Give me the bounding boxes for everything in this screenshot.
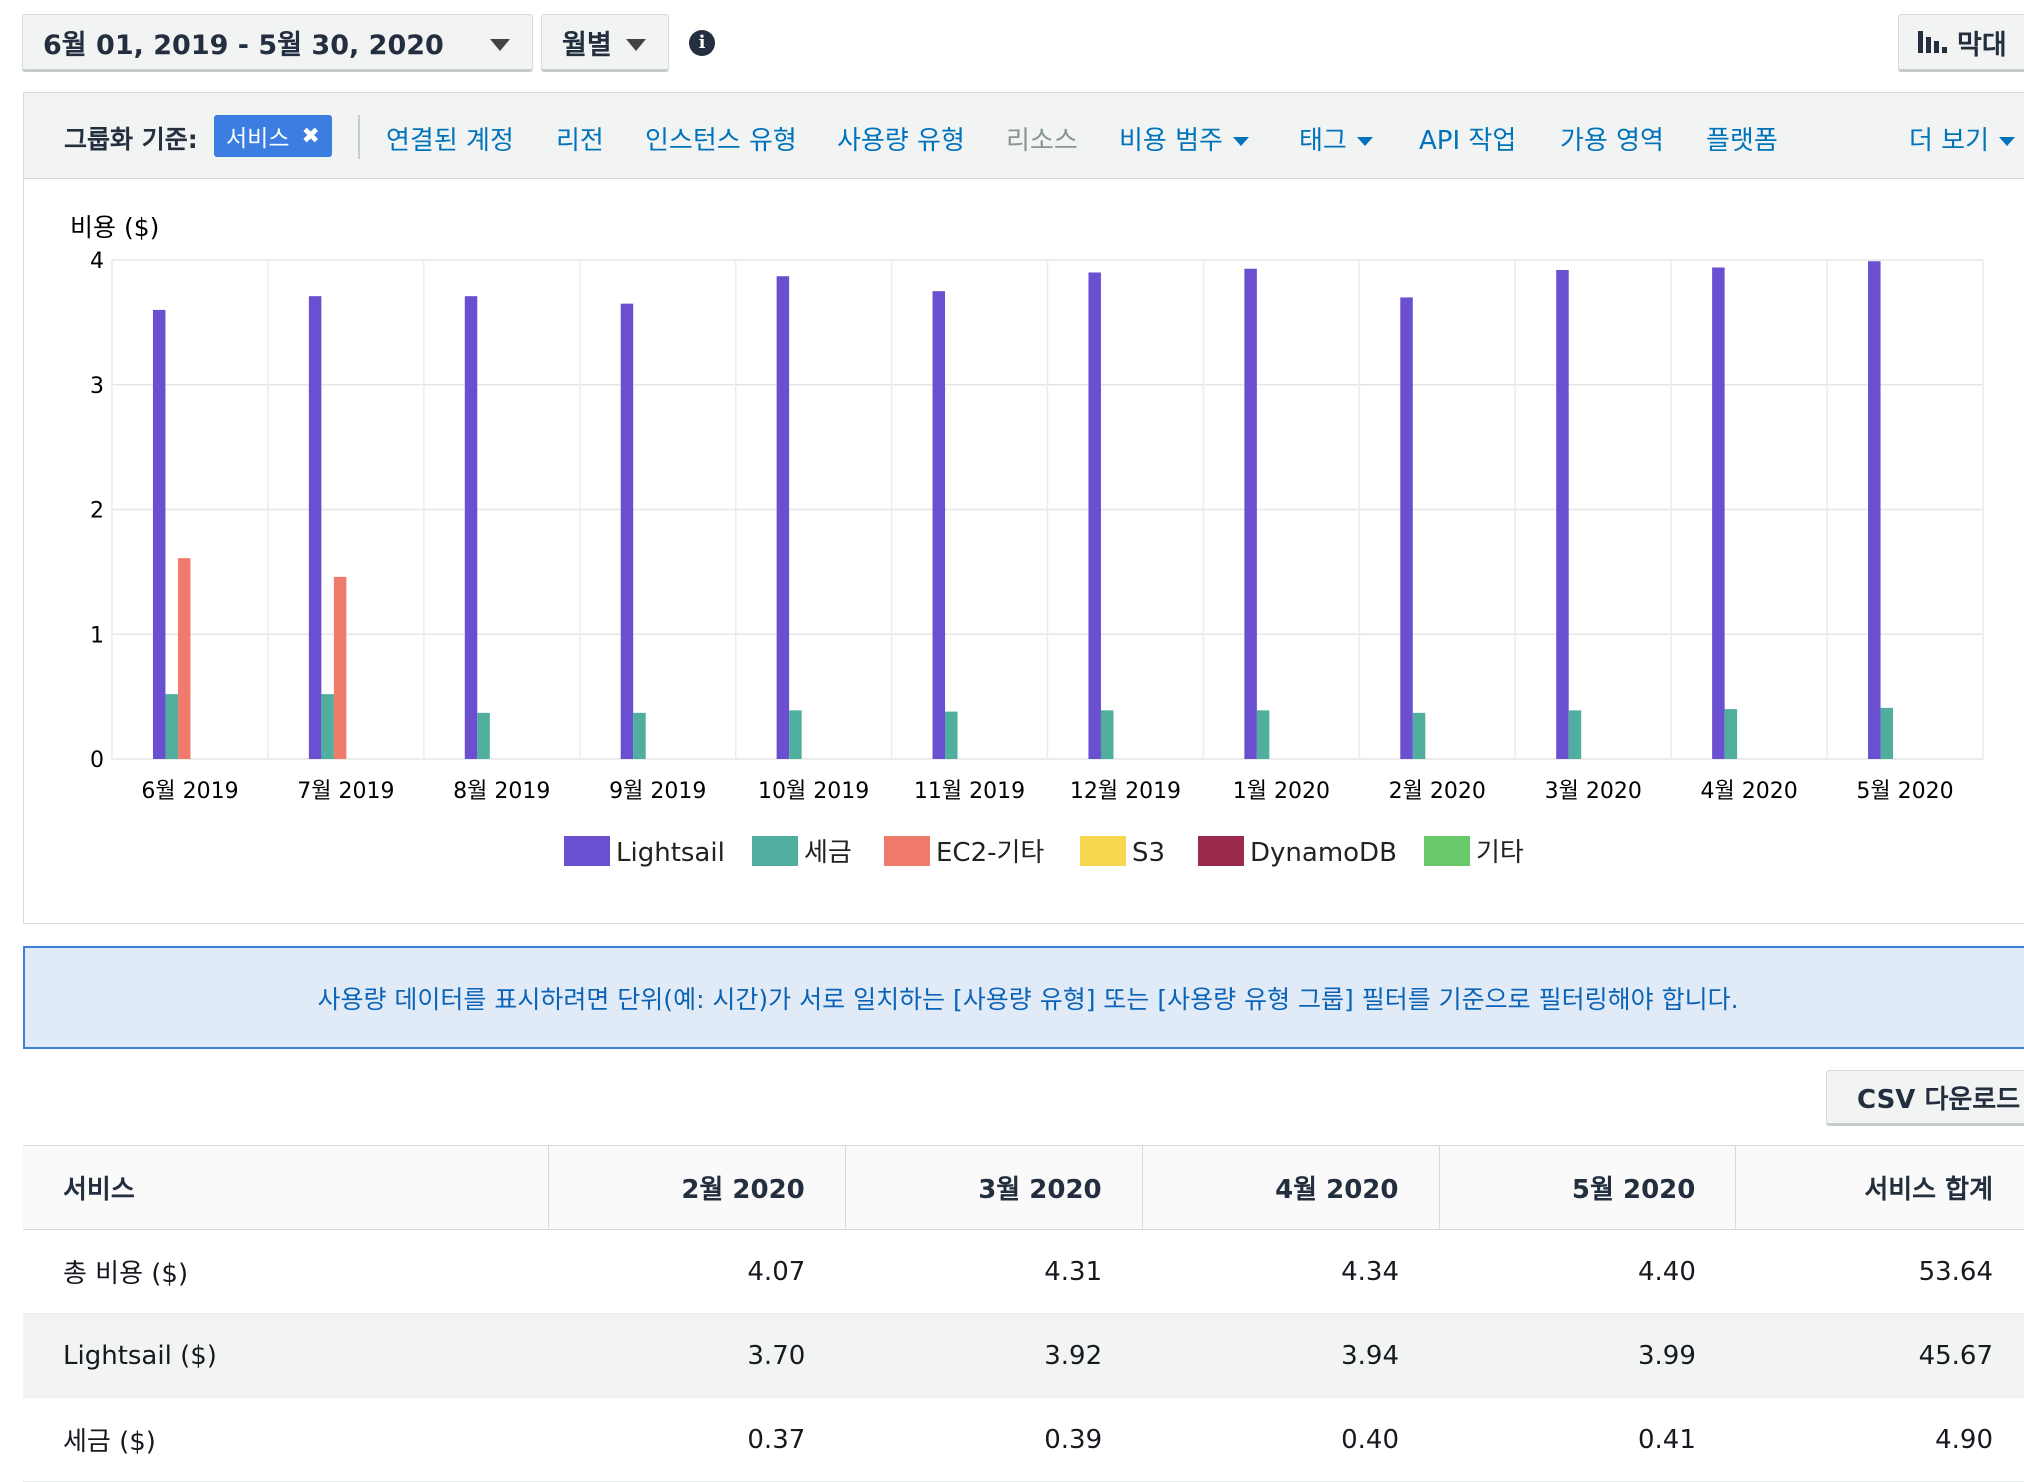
x-tick-label: 7월 2019 [297,779,394,804]
y-tick-label: 0 [90,748,104,773]
banner-text: 사용량 데이터를 표시하려면 단위(예: 시간)가 서로 일치하는 [사용량 유… [317,984,1739,1014]
bar-0-7 [1244,268,1257,759]
bar-0-9 [1556,269,1569,759]
bar-1-11 [1880,707,1894,759]
y-tick-label: 2 [90,499,104,524]
bar-0-6 [1088,272,1101,759]
table-cell: 3.94 [1142,1313,1439,1398]
column-header-service-total[interactable]: 서비스 합계 [1735,1145,2024,1230]
table-cell: 4.40 [1439,1229,1736,1314]
bar-0-2 [464,296,478,759]
table-cell: 3.99 [1439,1313,1736,1398]
x-tick-label: 3월 2020 [1545,779,1642,804]
legend-swatch [884,836,930,866]
x-tick-label: 2월 2020 [1389,779,1486,804]
x-tick-label: 10월 2019 [758,779,869,804]
table-cell: 4.07 [548,1229,846,1314]
table-cell: 0.37 [548,1397,846,1482]
legend-label: 기타 [1476,838,1524,868]
table-cell: 4.31 [845,1229,1143,1314]
column-header-feb-2020[interactable]: 2월 2020 [548,1145,846,1230]
table-row: Lightsail ($) 3.70 3.92 3.94 3.99 45.67 [23,1313,2024,1398]
table-cell: 0.40 [1142,1397,1439,1482]
y-tick-label: 1 [90,623,104,648]
legend-swatch [1424,836,1470,866]
bar-0-4 [776,276,790,759]
bar-1-5 [945,711,958,759]
table-header-row: 서비스 2월 2020 3월 2020 4월 2020 5월 2020 서비스 … [23,1145,2024,1230]
table-cell: 0.39 [845,1397,1143,1482]
table-cell: 53.64 [1735,1229,2024,1314]
column-header-mar-2020[interactable]: 3월 2020 [845,1145,1143,1230]
y-tick-label: 4 [90,249,104,274]
bar-0-3 [620,303,634,759]
bar-1-9 [1568,710,1582,759]
cost-bar-chart: 0 1 2 3 4 6월 2019 7월 2019 8월 2019 9월 2019 10월 201… [90,249,1984,868]
row-label: 총 비용 ($) [23,1229,549,1314]
x-tick-label: 6월 2019 [141,779,238,804]
bar-0-1 [308,296,322,759]
table-row: 총 비용 ($) 4.07 4.31 4.34 4.40 53.64 [23,1229,2024,1314]
table-cell: 4.34 [1142,1229,1439,1314]
bar-1-8 [1412,712,1426,759]
table-cell: 45.67 [1735,1313,2024,1398]
x-tick-label: 8월 2019 [453,779,550,804]
row-label: Lightsail ($) [23,1313,549,1398]
bar-1-4 [789,710,802,759]
bar-2-1 [333,576,347,759]
table-row: 세금 ($) 0.37 0.39 0.40 0.41 4.90 [23,1397,2024,1482]
legend-label: S3 [1132,838,1165,868]
legend-label: 세금 [804,838,852,868]
bar-1-1 [321,694,334,759]
column-header-may-2020[interactable]: 5월 2020 [1439,1145,1737,1230]
legend-label: DynamoDB [1250,838,1397,868]
csv-download-label: CSV 다운로드 [1857,1084,2021,1115]
bar-0-8 [1400,297,1413,759]
bar-1-3 [633,712,646,759]
table-cell: 3.92 [845,1313,1143,1398]
bar-1-7 [1256,710,1270,759]
bar-0-5 [932,291,946,759]
column-header-service[interactable]: 서비스 [23,1145,549,1230]
bar-1-2 [477,712,490,759]
legend-swatch [564,836,610,866]
usage-info-banner: 사용량 데이터를 표시하려면 단위(예: 시간)가 서로 일치하는 [사용량 유… [23,946,2024,1049]
legend-label: EC2-기타 [936,838,1044,868]
csv-download-button[interactable]: CSV 다운로드 [1826,1070,2024,1126]
x-tick-label: 1월 2020 [1233,779,1330,804]
row-label: 세금 ($) [23,1397,549,1482]
column-header-apr-2020[interactable]: 4월 2020 [1142,1145,1440,1230]
table-cell: 3.70 [548,1313,846,1398]
bar-1-10 [1724,709,1738,759]
legend-swatch [1080,836,1126,866]
x-tick-label: 12월 2019 [1070,779,1181,804]
legend-label: Lightsail [616,838,725,868]
bar-1-6 [1100,710,1114,759]
legend-swatch [752,836,798,866]
x-tick-label: 4월 2020 [1701,779,1798,804]
bar-0-11 [1868,261,1881,759]
bar-0-0 [152,309,166,759]
x-tick-label: 11월 2019 [914,779,1025,804]
cost-table: 서비스 2월 2020 3월 2020 4월 2020 5월 2020 서비스 … [23,1145,2024,1482]
bar-2-0 [177,558,191,759]
bar-0-10 [1712,267,1725,759]
bar-1-0 [165,694,178,759]
table-cell: 0.41 [1439,1397,1736,1482]
legend-swatch [1198,836,1244,866]
x-tick-label: 5월 2020 [1856,779,1953,804]
y-tick-label: 3 [90,374,104,399]
table-cell: 4.90 [1735,1397,2024,1482]
x-tick-label: 9월 2019 [609,779,706,804]
